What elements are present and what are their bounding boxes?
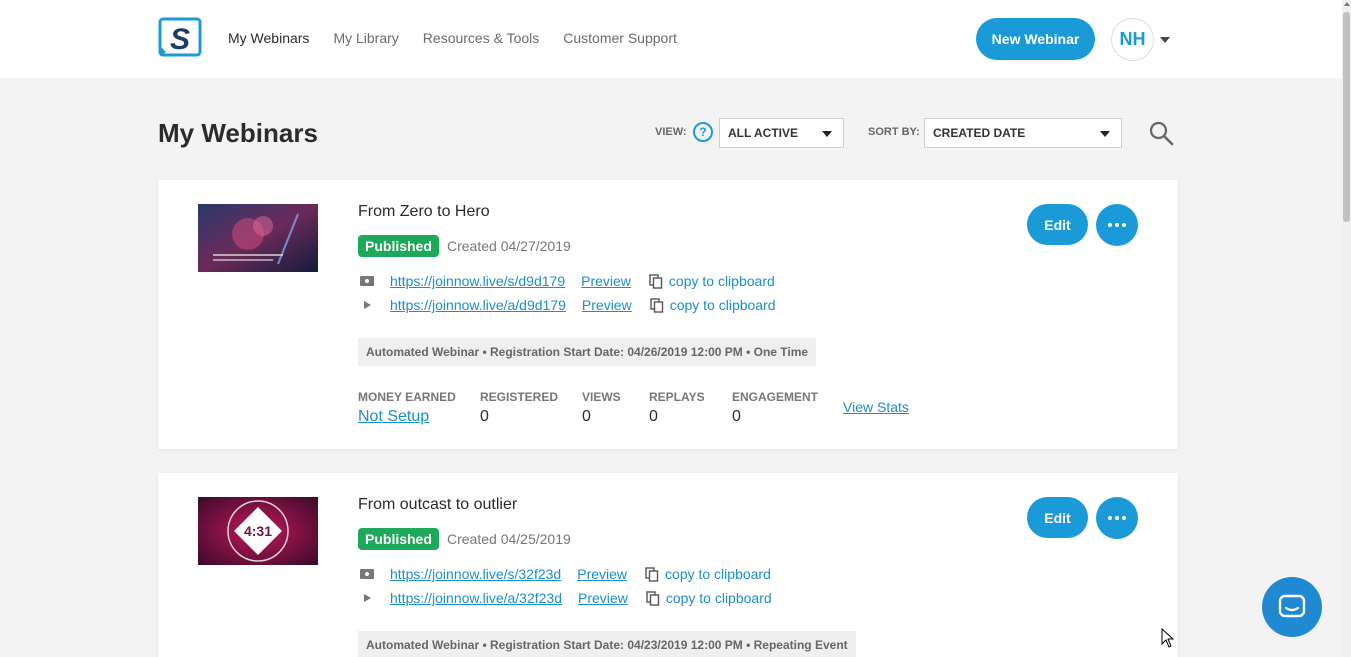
webinar-thumbnail[interactable]: 4:31 — [198, 497, 318, 565]
preview-link[interactable]: Preview — [578, 590, 628, 606]
copy-to-clipboard-button[interactable]: copy to clipboard — [645, 566, 771, 582]
sort-value: CREATED DATE — [933, 126, 1026, 140]
copy-label: copy to clipboard — [669, 297, 776, 313]
status-badge: Published — [358, 528, 439, 550]
webinar-info: Automated Webinar • Registration Start D… — [358, 338, 817, 366]
chevron-down-icon — [822, 131, 832, 137]
registration-link[interactable]: https://joinnow.live/s/32f23d — [390, 566, 561, 582]
copy-label: copy to clipboard — [665, 590, 772, 606]
status-badge: Published — [358, 235, 439, 257]
svg-text:S: S — [170, 23, 190, 56]
vertical-scrollbar[interactable] — [1342, 0, 1351, 657]
search-icon[interactable] — [1148, 120, 1174, 146]
webinar-card: From Zero to Hero Published Created 04/2… — [158, 180, 1178, 449]
webinar-title[interactable]: From Zero to Hero — [358, 203, 490, 221]
page-title: My Webinars — [158, 118, 318, 148]
view-stats-link[interactable]: View Stats — [843, 399, 909, 415]
chat-icon — [1278, 594, 1306, 618]
stat-label: ENGAGEMENT — [732, 390, 819, 404]
thumbnail-text: 4:31 — [244, 523, 272, 539]
stat-label: VIEWS — [582, 390, 621, 404]
link-row: https://joinnow.live/s/32f23d Preview co… — [358, 565, 771, 583]
webinar-thumbnail[interactable] — [198, 204, 318, 272]
preview-link[interactable]: Preview — [582, 297, 632, 313]
nav-resources-tools[interactable]: Resources & Tools — [423, 30, 539, 46]
webinar-card: 4:31 From outcast to outlier Published C… — [158, 473, 1178, 657]
main-nav: My Webinars My Library Resources & Tools… — [228, 30, 701, 46]
sort-select[interactable]: CREATED DATE — [924, 118, 1122, 148]
more-dots-icon — [1108, 223, 1126, 227]
edit-button[interactable]: Edit — [1027, 204, 1088, 245]
scroll-up-arrow-icon[interactable] — [1344, 2, 1350, 6]
nav-my-webinars[interactable]: My Webinars — [228, 30, 309, 46]
money-setup-link[interactable]: Not Setup — [358, 408, 456, 426]
attendee-link[interactable]: https://joinnow.live/a/32f23d — [390, 590, 562, 606]
user-avatar[interactable]: NH — [1111, 18, 1154, 61]
stat-value: 0 — [582, 408, 591, 425]
attendee-link[interactable]: https://joinnow.live/a/d9d179 — [390, 297, 566, 313]
link-row: https://joinnow.live/s/d9d179 Preview co… — [358, 272, 775, 290]
webinar-title[interactable]: From outcast to outlier — [358, 496, 517, 514]
chevron-down-icon[interactable] — [1160, 37, 1170, 43]
ticket-icon — [358, 568, 376, 580]
edit-button[interactable]: Edit — [1027, 497, 1088, 538]
stat-registered: REGISTERED 0 — [480, 390, 558, 426]
preview-link[interactable]: Preview — [577, 566, 627, 582]
chevron-down-icon — [1100, 131, 1110, 137]
stat-engagement: ENGAGEMENT 0 — [732, 390, 818, 426]
more-options-button[interactable] — [1096, 497, 1138, 539]
stat-label: REPLAYS — [649, 390, 705, 404]
view-filter-select[interactable]: ALL ACTIVE — [719, 118, 844, 148]
stat-label: MONEY EARNED — [358, 390, 456, 404]
copy-icon — [645, 566, 659, 582]
created-date: Created 04/27/2019 — [447, 238, 571, 254]
link-row: https://joinnow.live/a/32f23d Preview co… — [358, 589, 772, 607]
preview-link[interactable]: Preview — [581, 273, 631, 289]
copy-icon — [646, 590, 660, 606]
new-webinar-button[interactable]: New Webinar — [976, 18, 1095, 60]
help-icon[interactable]: ? — [693, 122, 713, 142]
chat-launcher-button[interactable] — [1262, 577, 1322, 637]
more-options-button[interactable] — [1096, 204, 1138, 246]
view-label: VIEW: — [655, 126, 687, 138]
stat-value: 0 — [480, 408, 489, 425]
webinar-info: Automated Webinar • Registration Start D… — [358, 631, 856, 657]
mouse-cursor-icon — [1161, 628, 1175, 648]
sort-label: SORT BY: — [868, 126, 920, 138]
created-date: Created 04/25/2019 — [447, 531, 571, 547]
stat-views: VIEWS 0 — [582, 390, 621, 426]
registration-link[interactable]: https://joinnow.live/s/d9d179 — [390, 273, 565, 289]
scrollbar-thumb[interactable] — [1343, 12, 1350, 222]
copy-to-clipboard-button[interactable]: copy to clipboard — [649, 273, 775, 289]
top-nav-bar: S My Webinars My Library Resources & Too… — [0, 0, 1342, 78]
stat-money-earned: MONEY EARNED Not Setup — [358, 390, 456, 426]
nav-my-library[interactable]: My Library — [333, 30, 398, 46]
app-logo-icon[interactable]: S — [158, 16, 204, 58]
stat-replays: REPLAYS 0 — [649, 390, 705, 426]
view-filter-value: ALL ACTIVE — [728, 126, 799, 140]
copy-icon — [649, 273, 663, 289]
copy-to-clipboard-button[interactable]: copy to clipboard — [650, 297, 776, 313]
stat-value: 0 — [732, 408, 741, 425]
stat-value: 0 — [649, 408, 658, 425]
copy-icon — [650, 297, 663, 313]
link-row: https://joinnow.live/a/d9d179 Preview co… — [358, 296, 776, 314]
copy-label: copy to clipboard — [668, 273, 775, 289]
stat-label: REGISTERED — [480, 390, 559, 404]
ticket-icon — [358, 275, 376, 287]
more-dots-icon — [1108, 516, 1126, 520]
nav-customer-support[interactable]: Customer Support — [563, 30, 677, 46]
copy-to-clipboard-button[interactable]: copy to clipboard — [646, 590, 772, 606]
play-icon — [358, 300, 376, 310]
play-icon — [358, 593, 376, 603]
copy-label: copy to clipboard — [665, 566, 771, 582]
